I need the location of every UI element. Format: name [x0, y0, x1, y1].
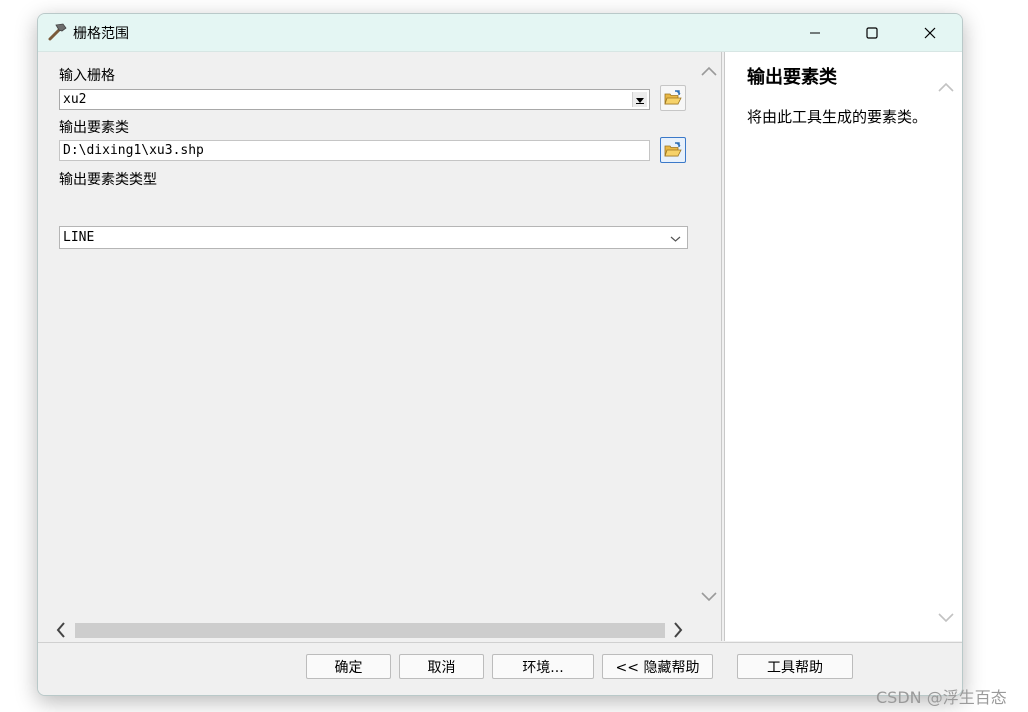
tool-help-button[interactable]: 工具帮助 [737, 654, 853, 679]
minimize-icon [810, 32, 820, 33]
output-feature-class-value: D:\dixing1\xu3.shp [63, 143, 204, 158]
parameters-pane: 输入栅格 xu2 输出要素类 D:\dixing1\xu3.shp 输出要素类类… [38, 52, 722, 641]
maximize-icon [866, 26, 878, 39]
open-folder-icon [664, 90, 682, 105]
open-folder-icon [664, 142, 682, 157]
watermark: CSDN @浮生百态 [876, 688, 1007, 707]
close-icon [924, 27, 936, 38]
horizontal-scrollbar[interactable] [51, 619, 720, 641]
scroll-left-icon[interactable] [52, 622, 70, 638]
output-type-value: LINE [63, 230, 95, 245]
hide-help-button[interactable]: << 隐藏帮助 [602, 654, 713, 679]
input-raster-combo[interactable]: xu2 [59, 89, 650, 110]
output-type-select[interactable]: LINE [59, 226, 688, 249]
browse-input-raster-button[interactable] [660, 85, 686, 111]
input-raster-label: 输入栅格 [59, 68, 115, 84]
window-title: 栅格范围 [73, 26, 129, 42]
minimize-button[interactable] [792, 14, 838, 51]
output-type-label: 输出要素类类型 [59, 172, 157, 188]
help-scroll-up-icon[interactable] [935, 80, 957, 94]
help-scroll-down-icon[interactable] [935, 611, 957, 625]
horizontal-scroll-thumb[interactable] [75, 623, 665, 638]
chevron-down-icon [670, 232, 681, 247]
ok-button[interactable]: 确定 [306, 654, 391, 679]
maximize-button[interactable] [849, 14, 895, 51]
dialog-footer: 确定 取消 环境... << 隐藏帮助 工具帮助 [38, 642, 962, 695]
help-pane: 输出要素类 将由此工具生成的要素类。 [724, 52, 962, 641]
scroll-up-icon[interactable] [698, 64, 720, 78]
vertical-scrollbar[interactable] [698, 52, 720, 619]
environments-button[interactable]: 环境... [492, 654, 594, 679]
scroll-down-icon[interactable] [698, 590, 720, 604]
output-feature-class-label: 输出要素类 [59, 120, 129, 136]
output-feature-class-field[interactable]: D:\dixing1\xu3.shp [59, 140, 650, 161]
hammer-icon [46, 21, 68, 43]
browse-output-button[interactable] [660, 137, 686, 163]
tool-dialog: 栅格范围 输入栅格 xu2 输出要素类 D:\dixing1\xu3.shp 输… [37, 13, 963, 696]
help-title: 输出要素类 [747, 67, 837, 88]
close-button[interactable] [907, 14, 953, 51]
input-raster-value: xu2 [63, 92, 87, 107]
dropdown-arrow-icon[interactable] [632, 92, 647, 107]
help-body: 将由此工具生成的要素类。 [747, 108, 928, 126]
title-bar: 栅格范围 [38, 14, 962, 52]
cancel-button[interactable]: 取消 [399, 654, 484, 679]
scroll-right-icon[interactable] [669, 622, 687, 638]
